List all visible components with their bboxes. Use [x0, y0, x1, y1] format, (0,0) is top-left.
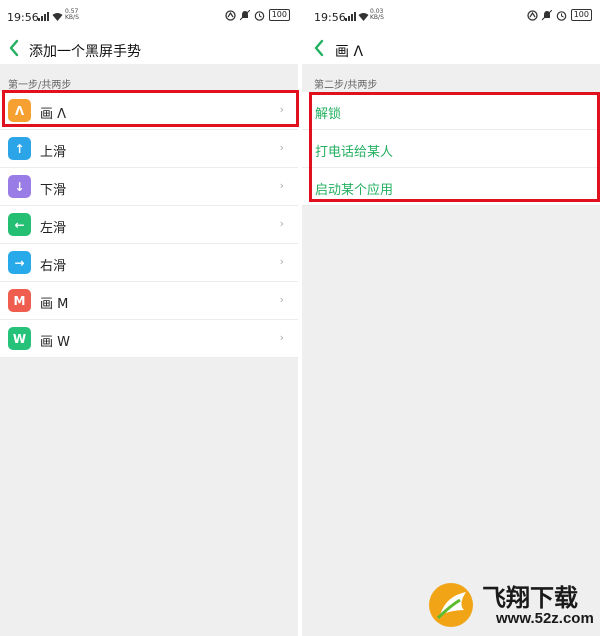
status-time: 19:56 — [314, 11, 346, 24]
page-title: 添加一个黑屏手势 — [29, 44, 141, 60]
status-right-icons: 100 — [527, 9, 592, 21]
step-label: 第一步/共两步 — [8, 80, 72, 91]
network-speed: 0.03 KB/S — [370, 9, 384, 21]
title-bar: 画 Λ — [302, 34, 600, 64]
site-watermark: 飞翔下载 www.52z.com — [426, 576, 598, 634]
wifi-icon — [52, 13, 63, 21]
status-right-icons: 100 — [225, 9, 290, 21]
gesture-glyph: W — [12, 331, 27, 346]
highlight-box-gesture — [2, 90, 299, 127]
battery-icon: 100 — [570, 9, 592, 21]
network-speed: 0.57 KB/S — [65, 9, 79, 21]
gesture-glyph: → — [14, 255, 25, 270]
gesture-glyph: ← — [14, 217, 25, 232]
gesture-item[interactable]: M 画 M › — [0, 282, 298, 320]
watermark-url: www.52z.com — [496, 610, 594, 627]
gesture-label: 右滑 — [40, 259, 67, 274]
highlight-box-actions — [309, 92, 600, 202]
silent-icon — [239, 9, 250, 20]
gesture-glyph: ↑ — [14, 141, 25, 156]
gesture-glyph: ↓ — [14, 179, 25, 194]
page-title: 画 Λ — [335, 44, 364, 60]
back-arrow-icon[interactable] — [311, 37, 327, 59]
gesture-icon: ← — [8, 213, 31, 236]
gesture-item[interactable]: → 右滑 › — [0, 244, 298, 282]
chevron-right-icon: › — [279, 217, 284, 230]
battery-icon: 100 — [268, 9, 290, 21]
gesture-glyph: M — [13, 293, 26, 308]
gesture-item[interactable]: W 画 W › — [0, 320, 298, 358]
signal-icon — [345, 12, 356, 21]
gesture-icon: M — [8, 289, 31, 312]
speed-unit: KB/S — [65, 14, 79, 21]
chevron-right-icon: › — [279, 331, 284, 344]
chevron-right-icon: › — [279, 293, 284, 306]
status-bar: 19:56 0.57 KB/S 100 — [0, 0, 298, 34]
gesture-icon — [527, 9, 538, 21]
gesture-item[interactable]: ← 左滑 › — [0, 206, 298, 244]
gesture-icon — [225, 9, 236, 21]
silent-icon — [541, 9, 552, 20]
chevron-right-icon: › — [279, 255, 284, 268]
gesture-list: Λ画 Λ › ↑ 上滑 › ↓ 下滑 › ← 左滑 › → 右滑 › M 画 M › W 画 W › — [0, 92, 298, 358]
gesture-item[interactable]: ↑ 上滑 › — [0, 130, 298, 168]
back-arrow-icon[interactable] — [6, 37, 22, 59]
wifi-icon — [358, 13, 369, 21]
gesture-label: 下滑 — [40, 183, 67, 198]
alarm-icon — [556, 10, 567, 21]
signal-icon — [38, 12, 49, 21]
status-bar: 19:56 0.03 KB/S 100 — [302, 0, 600, 34]
gesture-label: 上滑 — [40, 145, 67, 160]
gesture-label: 画 M — [40, 297, 69, 312]
gesture-icon: W — [8, 327, 31, 350]
gesture-icon: ↓ — [8, 175, 31, 198]
gesture-label: 画 W — [40, 335, 70, 350]
gesture-icon: → — [8, 251, 31, 274]
alarm-icon — [254, 10, 265, 21]
step-label: 第二步/共两步 — [314, 80, 378, 91]
watermark-logo-icon — [429, 583, 473, 627]
speed-unit: KB/S — [370, 14, 384, 21]
gesture-item[interactable]: ↓ 下滑 › — [0, 168, 298, 206]
watermark-text: 飞翔下载 — [482, 584, 578, 612]
chevron-right-icon: › — [279, 179, 284, 192]
chevron-right-icon: › — [279, 141, 284, 154]
gesture-label: 左滑 — [40, 221, 67, 236]
gesture-icon: ↑ — [8, 137, 31, 160]
title-bar: 添加一个黑屏手势 — [0, 34, 298, 64]
status-time: 19:56 — [7, 11, 39, 24]
